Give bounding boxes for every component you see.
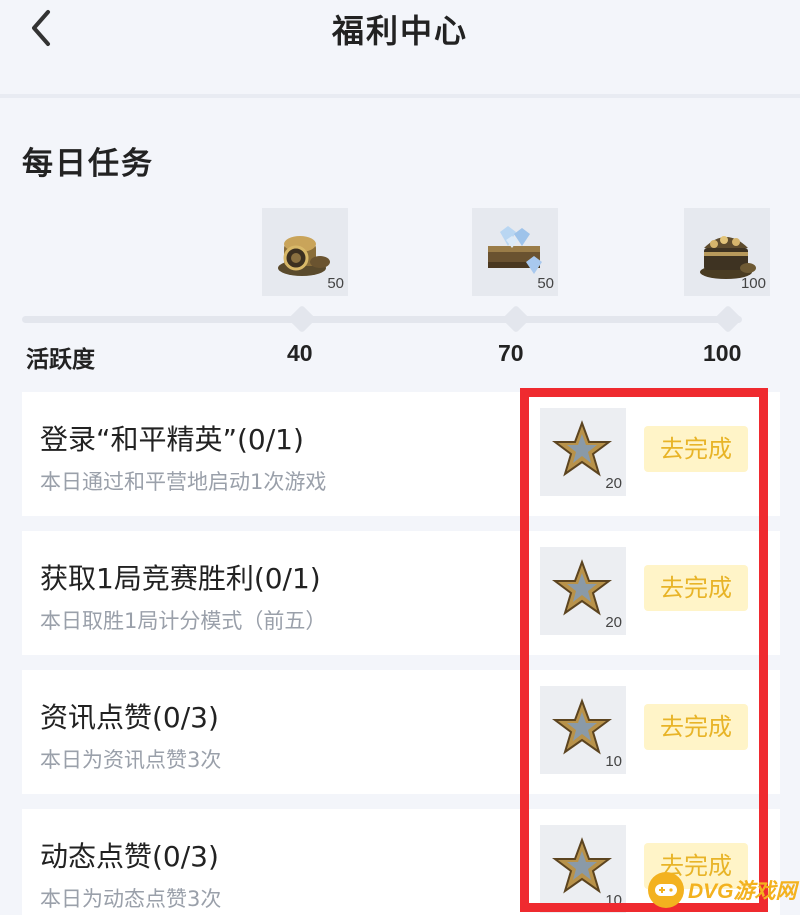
progress-node xyxy=(713,304,743,334)
watermark-text: DVG游戏网 xyxy=(688,880,797,903)
header-divider xyxy=(0,94,800,98)
task-description: 本日通过和平营地启动1次游戏 xyxy=(40,470,327,494)
gamepad-icon xyxy=(648,872,684,908)
activity-progress-track xyxy=(22,316,742,323)
task-name: 动态点赞(0/3) xyxy=(40,840,219,873)
milestone-reward-count: 50 xyxy=(537,275,554,292)
activity-mark: 40 xyxy=(287,340,313,366)
activity-mark: 100 xyxy=(703,340,742,366)
milestone-reward-70[interactable]: 50 xyxy=(472,208,558,296)
coin-pile-icon xyxy=(278,236,330,276)
milestone-reward-count: 50 xyxy=(327,275,344,292)
progress-node xyxy=(287,304,317,334)
task-name: 获取1局竞赛胜利(0/1) xyxy=(40,562,321,595)
milestone-reward-40[interactable]: 50 xyxy=(262,208,348,296)
milestone-reward-count: 100 xyxy=(740,275,766,292)
task-name: 资讯点赞(0/3) xyxy=(40,701,219,734)
activity-mark: 70 xyxy=(498,340,524,366)
diamond-crate-icon xyxy=(488,226,542,274)
highlight-box xyxy=(520,388,768,912)
milestone-reward-100[interactable]: 100 xyxy=(684,208,770,296)
section-title: 每日任务 xyxy=(22,146,154,182)
activity-label: 活跃度 xyxy=(26,347,95,373)
header: 福利中心 xyxy=(0,0,800,96)
treasure-chest-icon xyxy=(700,236,756,279)
task-name: 登录“和平精英”(0/1) xyxy=(40,423,304,456)
task-description: 本日为资讯点赞3次 xyxy=(40,748,222,772)
task-description: 本日为动态点赞3次 xyxy=(40,887,222,911)
page-title: 福利中心 xyxy=(331,12,468,50)
task-description: 本日取胜1局计分模式（前五） xyxy=(40,609,327,633)
watermark: DVG游戏网 xyxy=(648,870,797,910)
progress-node xyxy=(501,304,531,334)
